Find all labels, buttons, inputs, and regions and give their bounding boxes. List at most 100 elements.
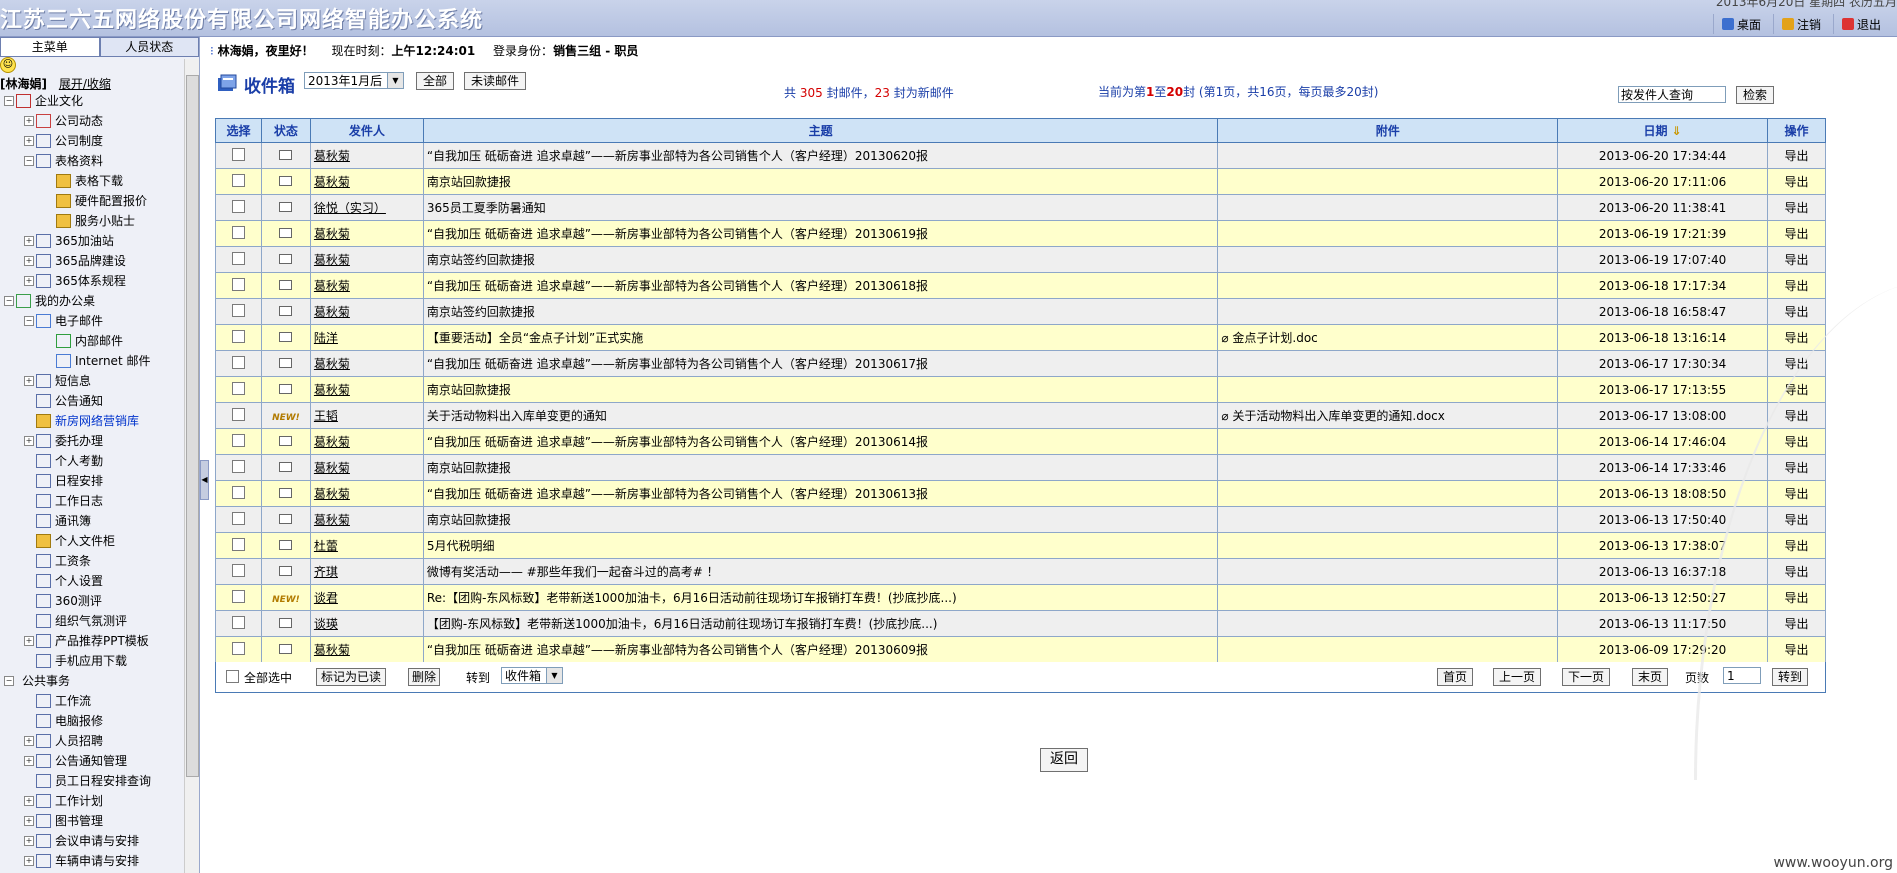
expand-icon[interactable]: + [24,796,34,806]
tree-item[interactable]: +365加油站 [0,231,182,251]
sender-link[interactable]: 葛秋菊 [314,487,350,501]
expand-icon[interactable]: + [24,636,34,646]
sender-link[interactable]: 葛秋菊 [314,175,350,189]
table-row[interactable]: 葛秋菊 南京站回款捷报 2013-06-14 17:33:46 导出 [215,454,1826,481]
table-row[interactable]: 葛秋菊 南京站签约回款捷报 2013-06-18 16:58:47 导出 [215,298,1826,325]
subject-cell[interactable]: 5月代税明细 [422,532,1219,559]
tree-item[interactable]: + 短信息 [0,371,182,391]
expand-collapse-link[interactable]: 展开/收缩 [59,77,111,91]
all-mail-button[interactable]: 全部 [416,72,454,90]
collapse-icon[interactable]: − [24,156,34,166]
subject-cell[interactable]: “自我加压 砥砺奋进 追求卓越”——新房事业部特为各公司销售个人（客户经理）20… [422,142,1219,169]
row-checkbox[interactable] [231,199,245,213]
row-checkbox[interactable] [231,459,245,473]
tree-item[interactable]: 硬件配置报价 [0,191,182,211]
tree-item[interactable]: 个人设置 [0,571,182,591]
export-cell[interactable]: 导出 [1767,272,1826,299]
unread-mail-button[interactable]: 未读邮件 [464,72,526,90]
subject-cell[interactable]: “自我加压 砥砺奋进 追求卓越”——新房事业部特为各公司销售个人（客户经理）20… [422,350,1219,377]
mark-read-button[interactable]: 标记为已读 [316,668,386,686]
row-checkbox[interactable] [231,641,245,655]
row-checkbox[interactable] [231,381,245,395]
tree-item[interactable]: − 企业文化 [0,91,182,111]
table-row[interactable]: 葛秋菊 “自我加压 砥砺奋进 追求卓越”——新房事业部特为各公司销售个人（客户经理… [215,220,1826,247]
return-button[interactable]: 返回 [1040,748,1088,772]
expand-icon[interactable]: + [24,376,34,386]
tree-item[interactable]: 工作流 [0,691,182,711]
expand-icon[interactable]: + [24,136,34,146]
tree-item[interactable]: 360测评 [0,591,182,611]
row-checkbox[interactable] [231,537,245,551]
row-checkbox[interactable] [231,589,245,603]
subject-cell[interactable]: Re:【团购-东风标致】老带新送1000加油卡，6月16日活动前往现场订车报销打… [422,584,1219,611]
select-all-checkbox[interactable] [226,670,239,683]
tab-people-status[interactable]: 人员状态 [99,37,199,57]
col-sender[interactable]: 发件人 [309,118,424,143]
row-checkbox[interactable] [231,433,245,447]
tree-item[interactable]: − 公共事务 [0,671,182,691]
tree-item[interactable]: 个人文件柜 [0,531,182,551]
subject-cell[interactable]: 【重要活动】全员“金点子计划”正式实施 [422,324,1219,351]
collapse-icon[interactable]: − [4,296,14,306]
table-row[interactable]: 葛秋菊 “自我加压 砥砺奋进 追求卓越”——新房事业部特为各公司销售个人（客户经理… [215,428,1826,455]
tab-main-menu[interactable]: 主菜单 [0,37,100,57]
tree-item[interactable]: + 公告通知管理 [0,751,182,771]
sender-link[interactable]: 葛秋菊 [314,253,350,267]
first-page-button[interactable]: 首页 [1437,668,1473,686]
expand-icon[interactable]: + [24,736,34,746]
tree-item[interactable]: +365品牌建设 [0,251,182,271]
table-row[interactable]: 葛秋菊 “自我加压 砥砺奋进 追求卓越”——新房事业部特为各公司销售个人（客户经理… [215,272,1826,299]
subject-cell[interactable]: 南京站签约回款捷报 [422,298,1219,325]
tree-item[interactable]: 通讯簿 [0,511,182,531]
export-cell[interactable]: 导出 [1767,220,1826,247]
row-checkbox[interactable] [231,407,245,421]
tree-item[interactable]: + 产品推荐PPT模板 [0,631,182,651]
sender-link[interactable]: 谈君 [314,591,338,605]
tree-item[interactable]: + 公司动态 [0,111,182,131]
tree-item[interactable]: 服务小贴士 [0,211,182,231]
tree-item[interactable]: + 工作计划 [0,791,182,811]
tree-item[interactable]: − 我的办公桌 [0,291,182,311]
expand-icon[interactable]: + [24,436,34,446]
expand-icon[interactable]: + [24,816,34,826]
row-checkbox[interactable] [231,563,245,577]
expand-icon[interactable]: + [24,116,34,126]
row-checkbox[interactable] [231,303,245,317]
sender-link[interactable]: 葛秋菊 [314,461,350,475]
expand-icon[interactable]: + [24,856,34,866]
tree-item[interactable]: 表格下载 [0,171,182,191]
collapse-icon[interactable]: − [24,316,34,326]
expand-icon[interactable]: + [24,756,34,766]
table-row[interactable]: NEW! 王韬 关于活动物料出入库单变更的通知 ⌀ 关于活动物料出入库单变更的通知.d… [215,402,1826,429]
search-button[interactable]: 检索 [1736,86,1774,104]
expand-icon[interactable]: + [24,236,34,246]
period-select[interactable]: 2013年1月后 ▼ [304,72,404,89]
tree-item[interactable]: 手机应用下载 [0,651,182,671]
tree-item[interactable]: 组织气氛测评 [0,611,182,631]
left-scrollbar[interactable] [184,59,199,873]
sender-link[interactable]: 杜蕾 [314,539,338,553]
attachment-link[interactable]: 金点子计划.doc [1232,331,1317,345]
subject-cell[interactable]: 关于活动物料出入库单变更的通知 [422,402,1219,429]
table-row[interactable]: 葛秋菊 南京站签约回款捷报 2013-06-19 17:07:40 导出 [215,246,1826,273]
table-row[interactable]: 陆洋 【重要活动】全员“金点子计划”正式实施 ⌀ 金点子计划.doc 2013-06-… [215,324,1826,351]
exit-button[interactable]: 退出 [1832,14,1893,34]
sender-link[interactable]: 王韬 [314,409,338,423]
export-cell[interactable]: 导出 [1767,194,1826,221]
move-folder-select[interactable]: 收件箱 ▼ [501,667,563,684]
table-row[interactable]: 葛秋菊 “自我加压 砥砺奋进 追求卓越”——新房事业部特为各公司销售个人（客户经理… [215,636,1826,663]
desktop-button[interactable]: 桌面 [1712,14,1773,34]
panel-collapse-handle[interactable]: ◀ [200,460,209,500]
row-checkbox[interactable] [231,511,245,525]
last-page-button[interactable]: 末页 [1632,668,1668,686]
sender-link[interactable]: 葛秋菊 [314,305,350,319]
export-cell[interactable]: 导出 [1767,168,1826,195]
table-row[interactable]: 葛秋菊 南京站回款捷报 2013-06-13 17:50:40 导出 [215,506,1826,533]
sender-link[interactable]: 葛秋菊 [314,357,350,371]
row-checkbox[interactable] [231,329,245,343]
sender-link[interactable]: 葛秋菊 [314,435,350,449]
row-checkbox[interactable] [231,251,245,265]
subject-cell[interactable]: “自我加压 砥砺奋进 追求卓越”——新房事业部特为各公司销售个人（客户经理）20… [422,480,1219,507]
tree-item[interactable]: + 委托办理 [0,431,182,451]
row-checkbox[interactable] [231,355,245,369]
